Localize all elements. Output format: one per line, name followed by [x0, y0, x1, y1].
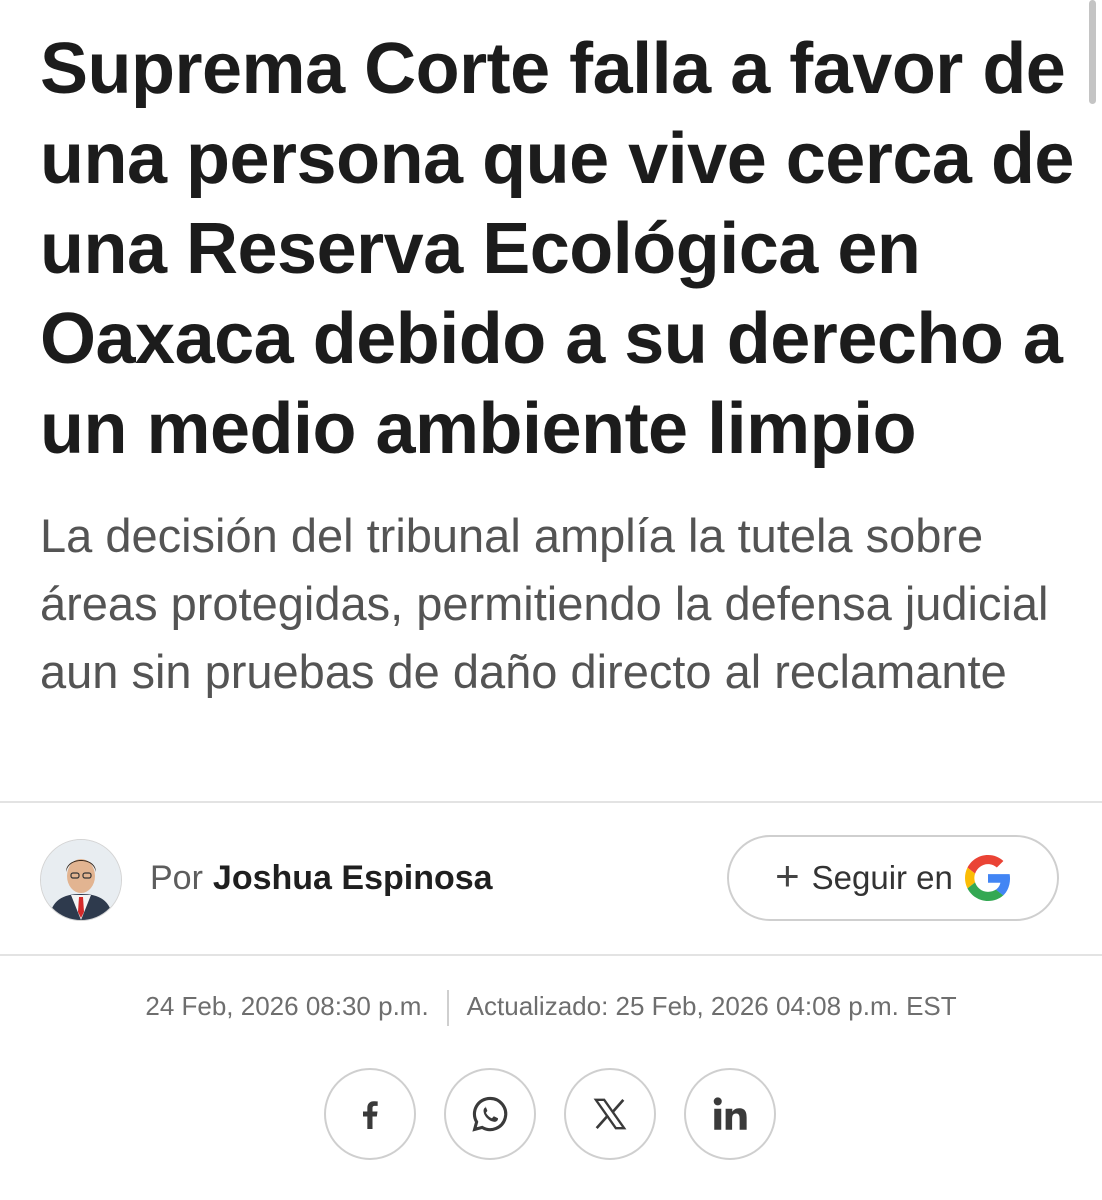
share-linkedin-button[interactable] — [684, 1068, 776, 1160]
byline: Por Joshua Espinosa — [150, 856, 493, 900]
byline-prefix: Por — [150, 859, 203, 897]
divider — [0, 954, 1102, 956]
x-icon — [590, 1094, 630, 1134]
facebook-icon — [350, 1094, 390, 1134]
article-headline: Suprema Corte falla a favor de una perso… — [40, 29, 1074, 469]
scrollbar[interactable] — [1089, 0, 1096, 104]
updated-date: Actualizado: 25 Feb, 2026 04:08 p.m. EST — [466, 991, 957, 1021]
share-facebook-button[interactable] — [324, 1068, 416, 1160]
divider — [0, 801, 1102, 803]
linkedin-icon — [709, 1093, 751, 1135]
follow-on-google-button[interactable]: + Seguir en — [727, 835, 1059, 921]
author-name-link[interactable]: Joshua Espinosa — [213, 859, 493, 897]
date-line: 24 Feb, 2026 08:30 p.m. Actualizado: 25 F… — [0, 986, 1102, 1027]
author-avatar[interactable] — [40, 839, 122, 921]
article-subheadline: La decisión del tribunal amplía la tutel… — [40, 509, 1049, 698]
published-date: 24 Feb, 2026 08:30 p.m. — [145, 991, 429, 1021]
share-x-button[interactable] — [564, 1068, 656, 1160]
follow-label: Seguir en — [811, 859, 953, 896]
date-separator — [446, 990, 449, 1027]
whatsapp-icon — [468, 1092, 512, 1136]
plus-icon: + — [775, 852, 800, 899]
google-g-icon — [964, 855, 1011, 901]
share-whatsapp-button[interactable] — [444, 1068, 536, 1160]
